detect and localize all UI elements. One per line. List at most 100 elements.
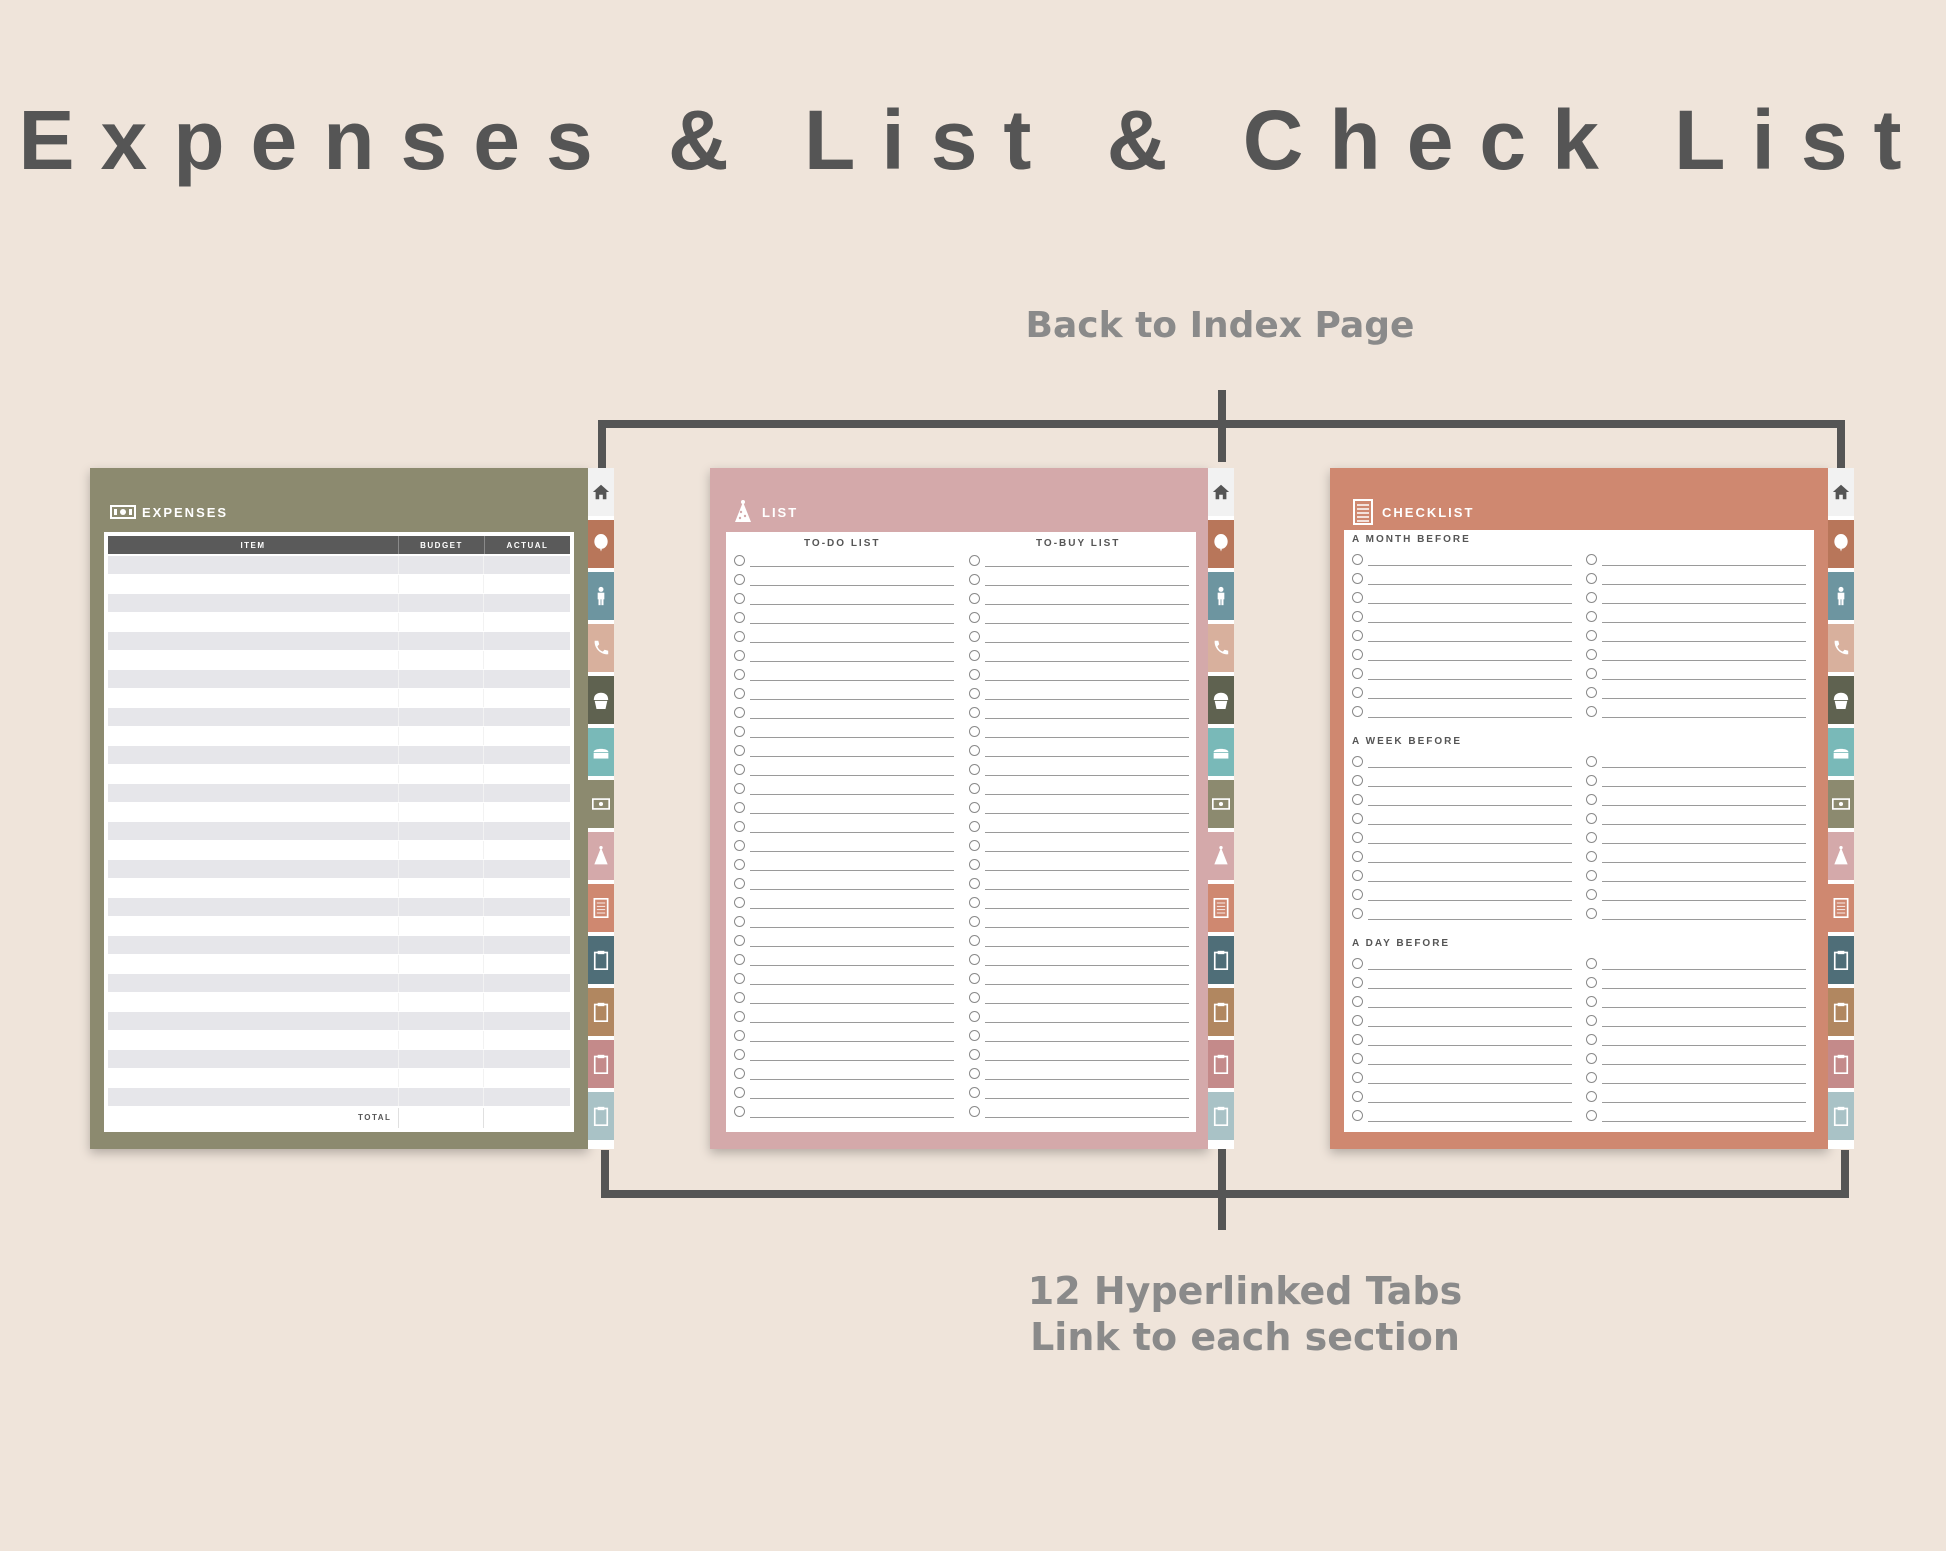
list-item-line[interactable] (1602, 1007, 1806, 1008)
list-item-line[interactable] (1368, 660, 1572, 661)
checkbox[interactable] (734, 612, 745, 623)
list-item-line[interactable] (1602, 1045, 1806, 1046)
table-row[interactable] (108, 1012, 570, 1030)
list-item-line[interactable] (985, 585, 1189, 586)
checkbox[interactable] (734, 1068, 745, 1079)
checkbox[interactable] (969, 1030, 980, 1041)
tab-1[interactable] (1828, 520, 1854, 568)
checkbox[interactable] (1352, 1091, 1363, 1102)
table-row[interactable] (108, 784, 570, 802)
checkbox[interactable] (734, 669, 745, 680)
tab-7[interactable] (1208, 832, 1234, 880)
list-item-line[interactable] (985, 1041, 1189, 1042)
checkbox[interactable] (969, 859, 980, 870)
checkbox[interactable] (969, 745, 980, 756)
table-row[interactable] (108, 708, 570, 726)
table-row[interactable] (108, 651, 570, 669)
tab-3[interactable] (588, 624, 614, 672)
checkbox[interactable] (1586, 687, 1597, 698)
checkbox[interactable] (734, 878, 745, 889)
list-item-line[interactable] (1602, 919, 1806, 920)
list-item-line[interactable] (1368, 1102, 1572, 1103)
list-item-line[interactable] (1368, 1045, 1572, 1046)
list-item-line[interactable] (985, 832, 1189, 833)
checkbox[interactable] (734, 593, 745, 604)
checkbox[interactable] (1352, 649, 1363, 660)
checkbox[interactable] (969, 707, 980, 718)
list-item-line[interactable] (1368, 843, 1572, 844)
list-item-line[interactable] (1602, 1026, 1806, 1027)
checkbox[interactable] (734, 574, 745, 585)
tab-12[interactable] (588, 1092, 614, 1140)
list-item-line[interactable] (750, 984, 954, 985)
checkbox[interactable] (734, 745, 745, 756)
list-item-line[interactable] (985, 661, 1189, 662)
table-row[interactable] (108, 936, 570, 954)
checkbox[interactable] (969, 916, 980, 927)
table-row[interactable] (108, 955, 570, 973)
tab-6[interactable] (588, 780, 614, 828)
checkbox[interactable] (1352, 870, 1363, 881)
list-item-line[interactable] (1602, 988, 1806, 989)
checkbox[interactable] (734, 764, 745, 775)
list-item-line[interactable] (985, 566, 1189, 567)
list-item-line[interactable] (1368, 698, 1572, 699)
checkbox[interactable] (969, 840, 980, 851)
checkbox[interactable] (1586, 756, 1597, 767)
tab-9[interactable] (588, 936, 614, 984)
list-item-line[interactable] (985, 604, 1189, 605)
checkbox[interactable] (734, 726, 745, 737)
checkbox[interactable] (1352, 1110, 1363, 1121)
checkbox[interactable] (1352, 1034, 1363, 1045)
table-row[interactable] (108, 1050, 570, 1068)
list-item-line[interactable] (985, 851, 1189, 852)
tab-1[interactable] (588, 520, 614, 568)
checkbox[interactable] (1352, 889, 1363, 900)
table-row[interactable] (108, 822, 570, 840)
tab-index[interactable] (1208, 468, 1234, 516)
list-item-line[interactable] (1602, 767, 1806, 768)
list-item-line[interactable] (1602, 881, 1806, 882)
list-item-line[interactable] (750, 699, 954, 700)
list-item-line[interactable] (985, 623, 1189, 624)
checkbox[interactable] (1586, 573, 1597, 584)
checkbox[interactable] (1586, 851, 1597, 862)
table-row[interactable] (108, 841, 570, 859)
list-item-line[interactable] (1602, 969, 1806, 970)
list-item-line[interactable] (985, 1060, 1189, 1061)
checkbox[interactable] (969, 1087, 980, 1098)
list-item-line[interactable] (1368, 622, 1572, 623)
list-item-line[interactable] (750, 927, 954, 928)
table-row[interactable] (108, 556, 570, 574)
tab-8[interactable] (588, 884, 614, 932)
list-item-line[interactable] (1602, 786, 1806, 787)
list-item-line[interactable] (1368, 1121, 1572, 1122)
checkbox[interactable] (734, 840, 745, 851)
list-item-line[interactable] (750, 1003, 954, 1004)
list-item-line[interactable] (1368, 1083, 1572, 1084)
list-item-line[interactable] (1368, 679, 1572, 680)
tab-11[interactable] (1828, 1040, 1854, 1088)
list-item-line[interactable] (1602, 862, 1806, 863)
checkbox[interactable] (1586, 958, 1597, 969)
checkbox[interactable] (969, 783, 980, 794)
list-item-line[interactable] (1602, 843, 1806, 844)
tab-12[interactable] (1828, 1092, 1854, 1140)
list-item-line[interactable] (1602, 641, 1806, 642)
checkbox[interactable] (1586, 1015, 1597, 1026)
checkbox[interactable] (1352, 775, 1363, 786)
list-item-line[interactable] (1602, 805, 1806, 806)
table-row[interactable] (108, 746, 570, 764)
checkbox[interactable] (734, 916, 745, 927)
list-item-line[interactable] (1368, 988, 1572, 989)
list-item-line[interactable] (1368, 767, 1572, 768)
checkbox[interactable] (734, 992, 745, 1003)
list-item-line[interactable] (985, 756, 1189, 757)
table-row[interactable] (108, 765, 570, 783)
list-item-line[interactable] (1368, 584, 1572, 585)
checkbox[interactable] (1352, 630, 1363, 641)
list-item-line[interactable] (1368, 1064, 1572, 1065)
checkbox[interactable] (1352, 1053, 1363, 1064)
list-item-line[interactable] (1602, 622, 1806, 623)
checkbox[interactable] (1352, 1015, 1363, 1026)
